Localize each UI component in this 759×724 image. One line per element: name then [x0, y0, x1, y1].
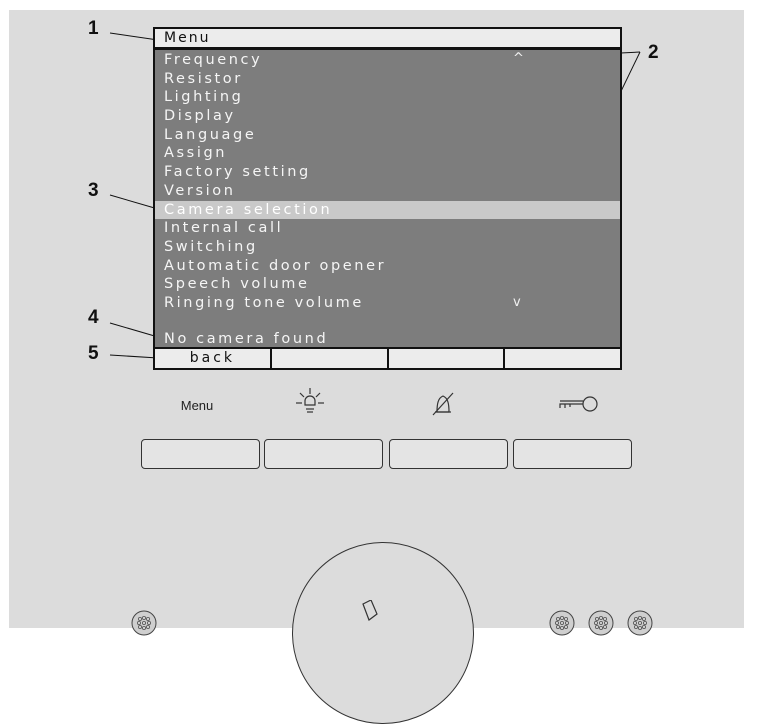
callout-4: 4	[88, 307, 99, 328]
hardware-button-light[interactable]	[264, 439, 383, 469]
menu-item-speech-volume[interactable]: Speech volume	[155, 275, 620, 294]
scroll-down-indicator: v	[513, 295, 521, 310]
hardware-button-menu[interactable]	[141, 439, 260, 469]
callout-2: 2	[648, 42, 659, 63]
speaker-grille-icon	[627, 610, 653, 636]
status-text: No camera found	[164, 331, 329, 347]
light-icon	[250, 387, 370, 420]
scroll-up-indicator: ^	[513, 51, 524, 66]
menu-item-internal-call[interactable]: Internal call	[155, 219, 620, 238]
softkey-back[interactable]: back	[155, 349, 270, 368]
speaker-grille-icon	[549, 610, 575, 636]
menu-item-frequency[interactable]: Frequency	[155, 51, 620, 70]
menu-item-display[interactable]: Display	[155, 107, 620, 126]
menu-item-switching[interactable]: Switching	[155, 238, 620, 257]
menu-key-label: Menu	[180, 398, 214, 413]
callout-5: 5	[88, 343, 99, 364]
callout-1: 1	[88, 18, 99, 39]
menu-item-factory-setting[interactable]: Factory setting	[155, 163, 620, 182]
softkey-3[interactable]	[386, 349, 504, 368]
speaker-grille-icon	[588, 610, 614, 636]
menu-item-version[interactable]: Version	[155, 182, 620, 201]
softkey-bar: back	[155, 347, 620, 368]
softkey-2[interactable]	[269, 349, 387, 368]
speaker-grille-icon	[131, 610, 157, 636]
menu-item-camera-selection[interactable]: Camera selection	[155, 200, 620, 220]
hardware-button-mute[interactable]	[389, 439, 508, 469]
bell-muted-icon	[383, 390, 503, 421]
screen-title: Menu	[155, 29, 620, 50]
lcd-screen: Menu Frequency Resistor Lighting Display…	[153, 27, 622, 370]
menu-list: Frequency Resistor Lighting Display Lang…	[155, 51, 620, 313]
menu-item-ringing-tone-volume[interactable]: Ringing tone volume	[155, 294, 620, 313]
menu-item-automatic-door-opener[interactable]: Automatic door opener	[155, 257, 620, 276]
softkey-4[interactable]	[503, 349, 620, 368]
menu-item-resistor[interactable]: Resistor	[155, 70, 620, 89]
menu-item-language[interactable]: Language	[155, 126, 620, 145]
camera-knob[interactable]	[292, 542, 474, 724]
menu-item-lighting[interactable]: Lighting	[155, 88, 620, 107]
key-icon	[517, 392, 637, 419]
menu-item-assign[interactable]: Assign	[155, 144, 620, 163]
hardware-button-key[interactable]	[513, 439, 632, 469]
knob-indicator-icon	[362, 600, 378, 621]
callout-3: 3	[88, 180, 99, 201]
